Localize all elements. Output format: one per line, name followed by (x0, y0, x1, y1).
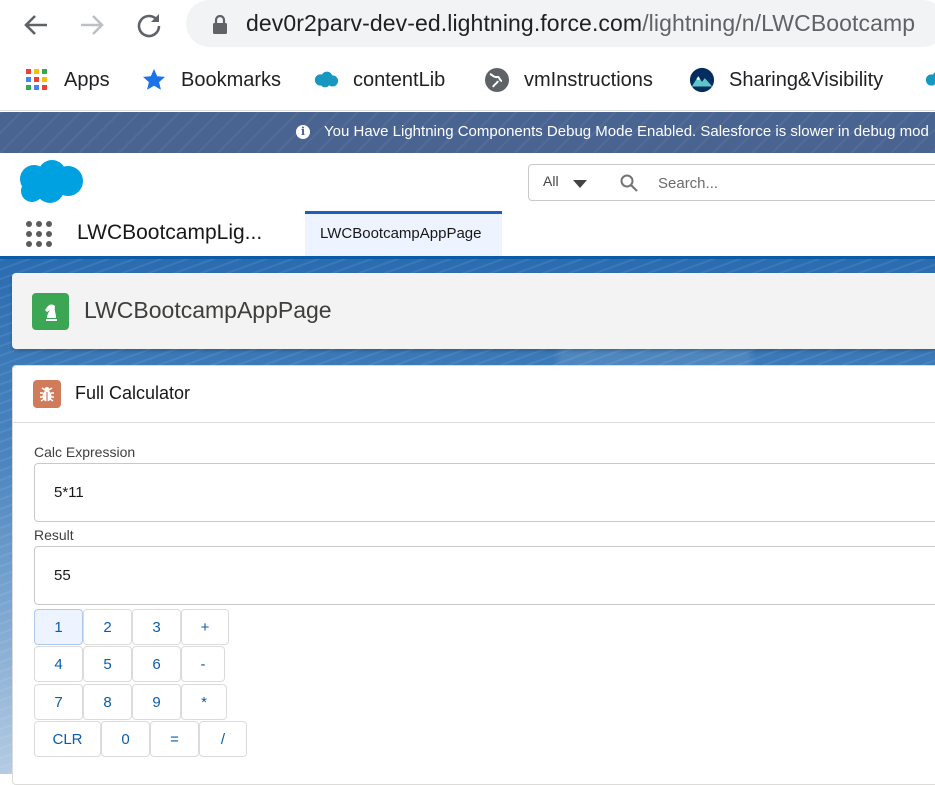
search-scope-label: All (543, 173, 559, 189)
search-input[interactable] (656, 171, 910, 195)
key-9[interactable]: 9 (132, 684, 181, 720)
app-name: LWCBootcampLig... (77, 221, 263, 244)
calc-expression-label: Calc Expression (34, 444, 136, 460)
result-input[interactable]: 55 (34, 546, 935, 605)
url-text: dev0r2parv-dev-ed.lightning.force.com/li… (246, 10, 915, 37)
key-7[interactable]: 7 (34, 684, 83, 720)
key-plus[interactable]: + (181, 609, 229, 645)
result-value: 55 (54, 567, 71, 584)
bookmark-contentlib[interactable]: contentLib (313, 67, 445, 93)
salesforce-cloud-icon (313, 67, 339, 93)
key-4[interactable]: 4 (34, 646, 83, 682)
page-title: LWCBootcampAppPage (84, 297, 332, 323)
star-icon (141, 67, 167, 93)
key-3[interactable]: 3 (132, 609, 181, 645)
key-multiply[interactable]: * (181, 684, 227, 720)
chess-knight-icon (32, 293, 69, 330)
trailhead-mountain-icon (689, 67, 715, 93)
bookmark-sharing-visibility[interactable]: Sharing&Visibility (689, 67, 883, 93)
key-minus[interactable]: - (181, 646, 225, 682)
bookmark-bookmarks[interactable]: Bookmarks (141, 67, 281, 93)
bookmark-label: Sharing&Visibility (729, 68, 884, 91)
bookmark-vminstructions[interactable]: vmInstructions (484, 67, 653, 93)
bug-icon (33, 380, 61, 408)
bookmark-apps[interactable]: Apps (24, 67, 110, 93)
key-5[interactable]: 5 (83, 646, 132, 682)
globe-icon (484, 67, 510, 93)
calc-expression-input[interactable]: 5*11 (34, 463, 935, 522)
global-header: All (0, 153, 935, 211)
browser-toolbar: dev0r2parv-dev-ed.lightning.force.com/li… (0, 0, 935, 50)
bookmark-label: vmInstructions (524, 68, 653, 91)
calc-expression-value: 5*11 (54, 484, 84, 501)
reload-button[interactable] (134, 10, 164, 40)
key-equals[interactable]: = (150, 721, 199, 757)
url-path: /lightning/n/LWCBootcamp (642, 10, 916, 36)
key-1[interactable]: 1 (34, 609, 83, 645)
search-icon (620, 174, 638, 192)
forward-arrow-icon (81, 15, 104, 35)
content-area: LWCBootcampAppPage Full Calculator Calc … (0, 259, 935, 785)
key-0[interactable]: 0 (101, 721, 150, 757)
apps-grid-icon (24, 67, 50, 93)
back-button[interactable] (21, 10, 51, 40)
tab-lwcbootcampapppage[interactable]: LWCBootcampAppPage (305, 211, 502, 256)
salesforce-cloud-icon (20, 160, 83, 203)
page-header: LWCBootcampAppPage (12, 273, 935, 349)
bookmark-label: contentLib (353, 68, 446, 91)
bookmark-overflow[interactable] (924, 67, 935, 93)
address-bar[interactable]: dev0r2parv-dev-ed.lightning.force.com/li… (186, 0, 935, 47)
debug-mode-banner: i You Have Lightning Components Debug Mo… (0, 112, 935, 153)
forward-button[interactable] (77, 10, 107, 40)
card-title: Full Calculator (75, 383, 191, 403)
salesforce-cloud-icon (924, 67, 935, 93)
card-header: Full Calculator (13, 366, 935, 423)
debug-banner-text: You Have Lightning Components Debug Mode… (324, 123, 929, 140)
full-calculator-card: Full Calculator Calc Expression 5*11 Res… (12, 365, 935, 785)
tab-label: LWCBootcampAppPage (320, 225, 482, 242)
key-6[interactable]: 6 (132, 646, 181, 682)
chevron-down-icon (573, 180, 587, 188)
result-label: Result (34, 527, 74, 543)
bookmarks-bar: Apps Bookmarks contentLib vmInstructions… (0, 50, 935, 111)
app-launcher-icon[interactable] (26, 221, 52, 247)
key-clear[interactable]: CLR (34, 721, 101, 757)
key-8[interactable]: 8 (83, 684, 132, 720)
app-navigation-bar: LWCBootcampLig... LWCBootcampAppPage (0, 211, 935, 259)
search-scope-dropdown[interactable]: All (528, 164, 598, 201)
reload-icon (137, 14, 161, 38)
info-icon: i (296, 125, 310, 139)
key-divide[interactable]: / (199, 721, 247, 757)
global-search[interactable] (596, 164, 935, 201)
key-2[interactable]: 2 (83, 609, 132, 645)
back-arrow-icon (24, 15, 47, 35)
bookmark-label: Bookmarks (181, 68, 282, 91)
salesforce-logo[interactable] (16, 159, 86, 212)
lock-icon (213, 15, 227, 34)
bookmark-label: Apps (64, 68, 110, 91)
url-host: dev0r2parv-dev-ed.lightning.force.com (246, 10, 643, 36)
